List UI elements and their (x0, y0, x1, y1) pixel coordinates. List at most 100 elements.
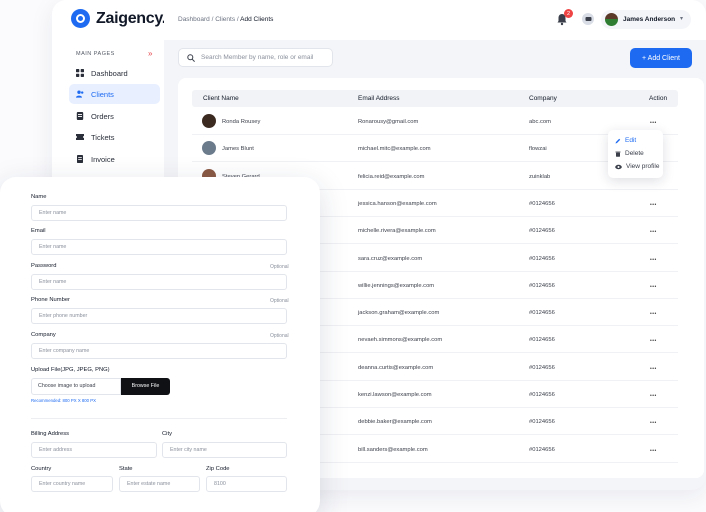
breadcrumb: Dashboard / Clients / Add Clients (178, 16, 273, 23)
sidebar-item-label: Invoice (91, 154, 115, 164)
client-company: #0124656 (529, 392, 555, 398)
table-row[interactable]: Ronda Rousey Ronarousy@gmail.com abc.com ••… (192, 108, 678, 135)
more-actions-icon[interactable]: ••• (650, 365, 657, 374)
phone-field[interactable]: Enter phone number (31, 308, 287, 324)
billing-address-field[interactable]: Enter address (31, 442, 157, 458)
optional-label: Optional (270, 333, 289, 339)
client-email: kenzi.lawson@example.com (358, 392, 432, 398)
client-email: Ronarousy@gmail.com (358, 119, 419, 125)
avatar (202, 141, 216, 156)
eye-icon (615, 164, 622, 169)
menu-item-label: Delete (625, 150, 644, 157)
user-name: James Anderson (623, 16, 676, 23)
more-actions-icon[interactable]: ••• (650, 256, 657, 265)
name-field[interactable]: Enter name (31, 205, 287, 221)
client-email: jessica.hanson@example.com (358, 200, 437, 207)
client-email: michelle.rivera@example.com (358, 228, 436, 235)
client-company: #0124656 (529, 337, 555, 344)
more-actions-icon[interactable]: ••• (650, 201, 657, 210)
search-input[interactable]: Search Member by name, role or email (178, 48, 333, 67)
client-name: James Blunt (222, 146, 254, 153)
trash-icon (615, 151, 621, 157)
more-actions-icon[interactable]: ••• (650, 228, 657, 237)
column-header[interactable]: Email Address (358, 95, 400, 102)
menu-item-label: View profile (626, 163, 660, 170)
sidebar-item-invoice[interactable]: Invoice (69, 149, 160, 169)
brand-logo[interactable]: Zaigency. (71, 9, 166, 28)
client-email: bill.sanders@example.com (358, 446, 428, 453)
password-label: Password (31, 263, 57, 269)
client-company: #0124656 (529, 282, 555, 289)
client-email: debbie.baker@example.com (358, 419, 432, 426)
client-company: #0124656 (529, 228, 555, 235)
invoice-icon (77, 155, 83, 163)
page: Zaigency. MAIN PAGES » Dashboard Clients… (0, 0, 706, 512)
client-company: #0124656 (529, 255, 555, 262)
client-company: flowzai (529, 146, 547, 153)
email-field[interactable]: Enter name (31, 239, 287, 255)
add-client-button[interactable]: + Add Client (630, 48, 692, 68)
more-actions-icon[interactable]: ••• (650, 119, 657, 128)
logo-icon (71, 9, 90, 28)
breadcrumb-current: Add Clients (240, 16, 274, 23)
country-label: Country (31, 466, 52, 472)
breadcrumb-path[interactable]: Dashboard / Clients / (178, 16, 240, 23)
city-label: City (162, 431, 172, 437)
browse-file-button[interactable]: Browse File (121, 378, 170, 395)
sidebar-item-clients[interactable]: Clients (69, 84, 160, 104)
client-email: willie.jennings@example.com (358, 282, 435, 289)
table-header: Client Name Email Address Company Action (192, 90, 678, 107)
menu-item-label: Edit (625, 137, 637, 144)
menu-item-delete[interactable]: Delete (615, 150, 644, 157)
company-label: Company (31, 332, 56, 338)
sidebar-item-dashboard[interactable]: Dashboard (69, 63, 160, 83)
name-label: Name (31, 194, 47, 200)
more-actions-icon[interactable]: ••• (650, 447, 657, 456)
more-actions-icon[interactable]: ••• (650, 337, 657, 346)
password-field[interactable]: Enter name (31, 274, 287, 290)
column-header: Action (649, 95, 668, 102)
menu-item-edit[interactable]: Edit (615, 137, 636, 144)
state-field[interactable]: Enter estate name (119, 476, 200, 492)
more-actions-icon[interactable]: ••• (650, 392, 657, 401)
sidebar-item-label: Dashboard (91, 68, 128, 78)
client-email: jackson.graham@example.com (358, 310, 440, 317)
users-icon (76, 90, 84, 98)
city-field[interactable]: Enter city name (162, 442, 287, 458)
more-actions-icon[interactable]: ••• (650, 283, 657, 292)
add-client-form: Name Enter name Email Enter name Passwor… (0, 177, 320, 512)
more-actions-icon[interactable]: ••• (650, 310, 657, 319)
notification-badge: 2 (564, 9, 573, 18)
optional-label: Optional (270, 264, 289, 270)
email-label: Email (31, 228, 46, 234)
search-icon (187, 53, 195, 62)
grid-icon (76, 69, 84, 77)
client-company: zuinklab (529, 173, 551, 180)
country-field[interactable]: Enter country name (31, 476, 113, 492)
column-header[interactable]: Client Name (203, 95, 239, 102)
company-field[interactable]: Enter company name (31, 343, 287, 359)
sidebar-item-label: Orders (91, 111, 114, 121)
zip-code-field[interactable]: 8100 (206, 476, 287, 492)
optional-label: Optional (270, 298, 289, 304)
collapse-icon[interactable]: » (148, 49, 152, 58)
sidebar-item-tickets[interactable]: Tickets (69, 127, 160, 147)
column-header[interactable]: Company (529, 95, 557, 102)
client-company: #0124656 (529, 364, 555, 371)
menu-item-view-profile[interactable]: View profile (615, 163, 659, 170)
section-label: MAIN PAGES (76, 51, 115, 57)
zip-label: Zip Code (206, 466, 230, 472)
pencil-icon (615, 138, 621, 143)
upload-field[interactable]: Choose image to upload (31, 378, 121, 395)
table-row[interactable]: James Blunt michael.mitc@example.com flowz… (192, 135, 678, 163)
ticket-icon (76, 134, 84, 140)
chat-icon[interactable] (582, 13, 594, 25)
more-actions-icon[interactable]: ••• (650, 419, 657, 428)
search-placeholder: Search Member by name, role or email (201, 54, 314, 61)
chevron-down-icon: ▾ (679, 16, 683, 22)
user-menu[interactable]: James Anderson ▾ (601, 10, 691, 29)
sidebar-item-orders[interactable]: Orders (69, 106, 160, 126)
avatar (605, 13, 618, 26)
client-name: Ronda Rousey (222, 119, 261, 125)
sidebar-item-label: Clients (91, 89, 114, 99)
